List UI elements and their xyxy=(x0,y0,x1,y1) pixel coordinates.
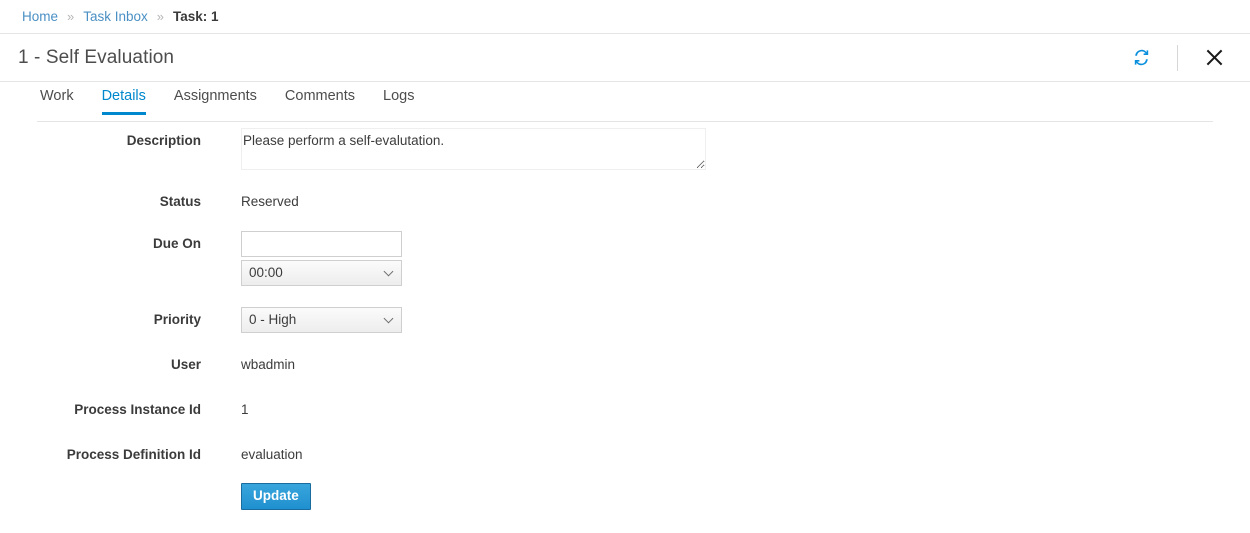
form-row-priority: Priority 0 - High xyxy=(0,306,1250,333)
form-row-actions: Update xyxy=(0,483,1250,510)
form-row-status: Status Reserved xyxy=(0,189,1250,211)
tab-work[interactable]: Work xyxy=(37,88,88,114)
tab-assignments[interactable]: Assignments xyxy=(160,88,271,114)
priority-label: Priority xyxy=(153,311,201,327)
tab-bar: Work Details Assignments Comments Logs xyxy=(37,86,1213,122)
process-definition-id-control: evaluation xyxy=(241,442,303,464)
description-control xyxy=(241,128,706,175)
form-row-due-on: Due On 00:00 xyxy=(0,230,1250,286)
tab-logs[interactable]: Logs xyxy=(369,88,428,114)
refresh-icon xyxy=(1134,49,1148,66)
due-on-control: 00:00 xyxy=(241,230,402,286)
title-bar: 1 - Self Evaluation xyxy=(0,34,1250,82)
description-textarea[interactable] xyxy=(241,128,706,170)
priority-select[interactable]: 0 - High xyxy=(241,306,402,333)
chevron-down-icon xyxy=(383,266,394,276)
tab-details[interactable]: Details xyxy=(88,88,160,115)
due-on-time-value: 00:00 xyxy=(249,265,283,281)
breadcrumb-item-home[interactable]: Home xyxy=(22,9,58,24)
user-label: User xyxy=(170,356,201,372)
due-on-label: Due On xyxy=(152,235,201,251)
breadcrumb-separator-icon: » xyxy=(156,9,165,24)
description-label: Description xyxy=(126,133,201,148)
action-divider xyxy=(1177,44,1178,71)
task-details-form: Description Status Reserved Due On 00:00… xyxy=(0,128,1250,510)
process-definition-id-label: Process Definition Id xyxy=(66,446,201,462)
chevron-down-icon xyxy=(383,313,394,323)
priority-control: 0 - High xyxy=(241,306,402,333)
status-control: Reserved xyxy=(241,189,299,211)
due-on-time-select[interactable]: 00:00 xyxy=(241,259,402,286)
form-row-process-instance-id: Process Instance Id 1 xyxy=(0,397,1250,419)
page-title: 1 - Self Evaluation xyxy=(18,46,175,68)
actions-spacer xyxy=(0,483,201,488)
process-instance-id-control: 1 xyxy=(241,397,249,419)
breadcrumb-item-task-inbox[interactable]: Task Inbox xyxy=(83,9,148,24)
breadcrumb-item-current: Task: 1 xyxy=(173,9,219,24)
update-button[interactable]: Update xyxy=(241,483,311,510)
user-value: wbadmin xyxy=(241,356,296,372)
title-actions xyxy=(1127,44,1250,72)
priority-value: 0 - High xyxy=(249,312,297,328)
process-instance-id-label: Process Instance Id xyxy=(74,402,201,418)
refresh-button[interactable] xyxy=(1127,44,1155,72)
status-value: Reserved xyxy=(241,194,299,209)
status-label: Status xyxy=(159,194,201,209)
close-button[interactable] xyxy=(1200,44,1228,72)
form-row-process-definition-id: Process Definition Id evaluation xyxy=(0,442,1250,464)
user-control: wbadmin xyxy=(241,352,295,374)
close-icon xyxy=(1206,49,1222,66)
form-row-description: Description xyxy=(0,128,1250,175)
breadcrumb-separator-icon: » xyxy=(67,9,75,24)
due-on-date-input[interactable] xyxy=(241,230,402,257)
actions-control: Update xyxy=(241,483,311,510)
breadcrumb: Home » Task Inbox » Task: 1 xyxy=(0,0,1250,34)
tab-comments[interactable]: Comments xyxy=(271,88,369,114)
process-definition-id-value: evaluation xyxy=(241,446,303,462)
process-instance-id-value: 1 xyxy=(241,402,249,418)
form-row-user: User wbadmin xyxy=(0,352,1250,374)
